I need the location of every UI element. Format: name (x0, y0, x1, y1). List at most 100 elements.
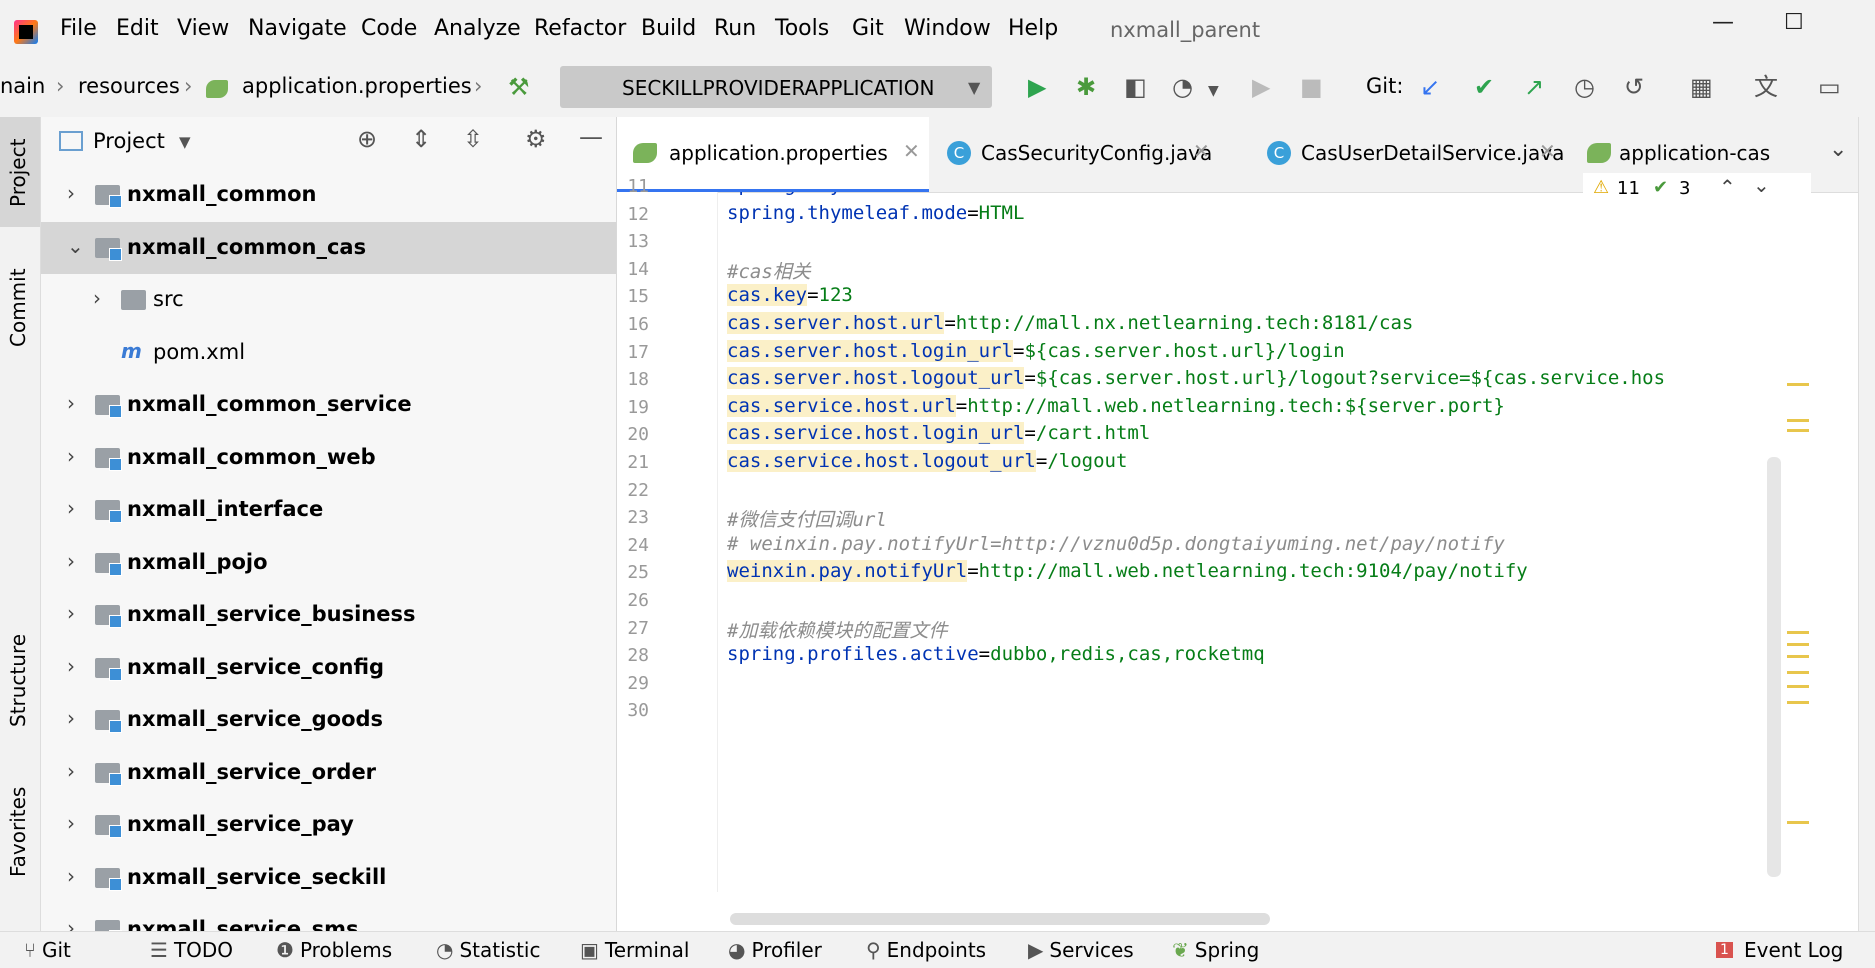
tab-cas-security-config[interactable]: C CasSecurityConfig.java ✕ (947, 117, 1212, 192)
chevron-right-icon[interactable]: › (67, 864, 75, 888)
chevron-down-icon[interactable]: ▼ (1208, 78, 1219, 104)
run-configuration-dropdown[interactable]: SECKILLPROVIDERAPPLICATION ▼ (560, 66, 992, 108)
tab-cas-user-detail-service[interactable]: C CasUserDetailService.java ✕ (1267, 117, 1564, 192)
menu-git[interactable]: Git (852, 16, 884, 41)
menu-edit[interactable]: Edit (116, 16, 159, 41)
minimize-button[interactable]: — (1712, 10, 1734, 35)
bottom-tab-git[interactable]: ⑂ Git (24, 938, 71, 962)
tree-item[interactable]: › nxmall_service_goods (41, 694, 616, 746)
tree-item[interactable]: › nxmall_service_config (41, 642, 616, 694)
hide-panel-icon[interactable]: — (579, 123, 603, 151)
project-structure-icon[interactable]: ▦ (1690, 74, 1713, 100)
menu-build[interactable]: Build (641, 16, 696, 41)
tree-item[interactable]: › nxmall_service_business (41, 589, 616, 641)
previous-highlight-icon[interactable]: ⌃ (1719, 175, 1736, 199)
vertical-scrollbar[interactable] (1767, 457, 1781, 877)
tree-item[interactable]: › nxmall_service_order (41, 747, 616, 799)
bottom-tab-services[interactable]: ▶ Services (1028, 938, 1134, 962)
inspection-widget[interactable]: ⚠ 11 ✔ 3 ⌃ ⌄ (1583, 173, 1811, 207)
tool-tab-commit[interactable]: Commit (6, 268, 30, 347)
breadcrumb-file[interactable]: application.properties (242, 74, 472, 98)
close-icon[interactable]: ✕ (1193, 139, 1210, 163)
module-folder-icon (95, 605, 122, 628)
project-view-icon (59, 131, 83, 151)
equals-sign: = (967, 560, 979, 583)
project-panel-title[interactable]: Project (93, 129, 165, 153)
chevron-right-icon[interactable]: › (67, 549, 75, 573)
tree-item[interactable]: › src (41, 274, 616, 326)
next-highlight-icon[interactable]: ⌄ (1753, 173, 1770, 197)
stop-icon[interactable]: ■ (1300, 74, 1323, 100)
tree-item[interactable]: m pom.xml (41, 327, 616, 379)
chevron-right-icon[interactable]: › (67, 601, 75, 625)
expand-all-icon[interactable]: ⇕ (411, 125, 431, 153)
tab-application-properties[interactable]: application.properties ✕ (617, 117, 929, 192)
chevron-right-icon[interactable]: › (67, 654, 75, 678)
right-tool-strip (1858, 117, 1875, 931)
resume-icon[interactable]: ▶ (1252, 74, 1270, 100)
bottom-tab-todo[interactable]: ☰ TODO (150, 938, 233, 962)
debug-bug-icon[interactable]: ✱ (1076, 74, 1096, 100)
collapse-all-icon[interactable]: ⇳ (463, 125, 483, 153)
tree-item[interactable]: › nxmall_service_seckill (41, 852, 616, 904)
terminal-window-icon[interactable]: ▭ (1818, 74, 1841, 100)
bottom-tab-profiler[interactable]: ◕ Profiler (728, 938, 822, 962)
tree-item[interactable]: ⌄ nxmall_common_cas (41, 221, 616, 274)
menu-view[interactable]: View (177, 16, 229, 41)
chevron-right-icon[interactable]: › (67, 706, 75, 730)
git-commit-icon[interactable]: ✔ (1474, 74, 1494, 100)
tab-list-chevron-icon[interactable]: ⌄ (1829, 137, 1847, 162)
bottom-tab-statistic[interactable]: ◔ Statistic (436, 938, 540, 962)
rollback-icon[interactable]: ↺ (1624, 74, 1644, 100)
coverage-icon[interactable]: ◧ (1124, 74, 1147, 100)
tool-tab-project[interactable]: Project (6, 139, 30, 207)
menu-file[interactable]: File (60, 16, 97, 41)
chevron-right-icon[interactable]: › (93, 286, 101, 310)
tree-item[interactable]: › nxmall_pojo (41, 537, 616, 589)
tree-item[interactable]: › nxmall_common_web (41, 432, 616, 484)
run-icon[interactable]: ▶ (1028, 74, 1046, 100)
menu-tools[interactable]: Tools (775, 16, 829, 41)
chevron-right-icon[interactable]: › (67, 496, 75, 520)
chevron-right-icon[interactable]: › (67, 444, 75, 468)
git-push-icon[interactable]: ↗ (1524, 74, 1544, 100)
horizontal-scrollbar[interactable] (730, 913, 1270, 925)
menu-run[interactable]: Run (714, 16, 756, 41)
git-update-icon[interactable]: ↙ (1420, 74, 1440, 100)
menu-refactor[interactable]: Refactor (534, 16, 626, 41)
git-history-icon[interactable]: ◷ (1574, 74, 1595, 100)
gear-icon[interactable]: ⚙ (525, 125, 547, 153)
tree-item[interactable]: › nxmall_interface (41, 484, 616, 536)
locate-target-icon[interactable]: ⊕ (357, 125, 377, 153)
chevron-right-icon[interactable]: › (67, 181, 75, 205)
chevron-right-icon[interactable]: › (67, 391, 75, 415)
chevron-right-icon[interactable]: › (67, 759, 75, 783)
breadcrumb-main[interactable]: nain (0, 74, 45, 98)
translate-icon[interactable]: 文 (1754, 74, 1778, 100)
maximize-button[interactable]: ☐ (1784, 10, 1804, 35)
breadcrumb-resources[interactable]: resources (78, 74, 180, 98)
chevron-down-icon[interactable]: ⌄ (67, 234, 84, 258)
close-icon[interactable]: ✕ (903, 139, 920, 163)
tree-item[interactable]: › nxmall_service_pay (41, 799, 616, 851)
build-hammer-icon[interactable]: ⚒ (508, 74, 530, 100)
tree-item[interactable]: › nxmall_common (41, 169, 616, 221)
code-area[interactable]: spring.thymeleaf.cache=falsespring.thyme… (617, 192, 1777, 892)
bottom-tab-terminal[interactable]: ▣ Terminal (580, 938, 689, 962)
chevron-down-icon[interactable]: ▼ (179, 133, 191, 151)
menu-navigate[interactable]: Navigate (248, 16, 347, 41)
menu-help[interactable]: Help (1008, 16, 1058, 41)
tree-item[interactable]: › nxmall_common_service (41, 379, 616, 431)
bottom-tab-endpoints[interactable]: ⚲ Endpoints (866, 938, 986, 962)
bottom-tab-spring[interactable]: ❦ Spring (1172, 938, 1259, 962)
close-icon[interactable]: ✕ (1539, 139, 1556, 163)
profile-icon[interactable]: ◔ (1172, 74, 1193, 100)
menu-analyze[interactable]: Analyze (434, 16, 521, 41)
event-log-button[interactable]: Event Log (1744, 938, 1843, 962)
menu-code[interactable]: Code (361, 16, 417, 41)
tool-tab-structure[interactable]: Structure (6, 634, 30, 727)
menu-window[interactable]: Window (904, 16, 991, 41)
chevron-right-icon[interactable]: › (67, 811, 75, 835)
tool-tab-favorites[interactable]: Favorites (6, 787, 30, 877)
bottom-tab-problems[interactable]: ❶ Problems (276, 938, 392, 962)
